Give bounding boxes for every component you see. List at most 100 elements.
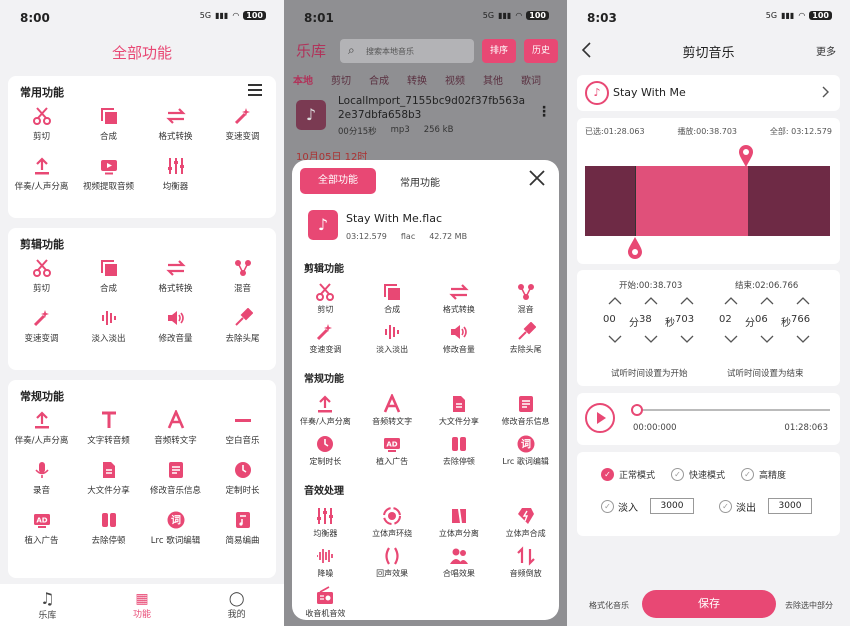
function-item[interactable]: 淡入淡出 xyxy=(75,308,142,348)
set-end-button[interactable]: 试听时间设置为结束 xyxy=(727,367,804,379)
function-item[interactable]: 视频提取音频 xyxy=(75,156,142,196)
check-circle-icon[interactable]: ✓ xyxy=(671,468,685,481)
tab-library[interactable]: ♫ 乐库 xyxy=(0,584,95,626)
function-item[interactable]: 录音 xyxy=(8,460,75,500)
function-item[interactable]: 伴奏/人声分离 xyxy=(8,410,75,450)
function-item[interactable]: AD 植入广告 xyxy=(8,510,75,550)
function-item[interactable]: 音频转文字 xyxy=(359,394,426,430)
chevron-down-icon[interactable] xyxy=(795,334,811,344)
chevron-up-icon[interactable] xyxy=(679,296,695,306)
chevron-up-icon[interactable] xyxy=(759,296,775,306)
format-music-button[interactable]: 格式化音乐 xyxy=(589,600,629,611)
function-item[interactable]: 合成 xyxy=(75,106,142,146)
mode-option[interactable]: ✓ 高精度 xyxy=(741,468,786,481)
function-item[interactable]: 格式转换 xyxy=(142,258,209,298)
start-handle-icon[interactable] xyxy=(627,236,643,260)
play-icon[interactable] xyxy=(585,403,615,433)
function-item[interactable]: 合成 xyxy=(75,258,142,298)
save-button[interactable]: 保存 xyxy=(642,590,776,618)
function-item[interactable]: 回声效果 xyxy=(359,546,426,582)
subtab[interactable]: 其他 xyxy=(474,72,512,90)
function-item[interactable]: 混音 xyxy=(209,258,276,298)
function-item[interactable]: 修改音乐信息 xyxy=(492,394,559,430)
file-row[interactable]: ♪ LocalImport_7155bc9d02f37fb563a2e37dbf… xyxy=(284,92,567,142)
search-input[interactable]: ⌕ 搜索本地音乐 xyxy=(340,39,474,63)
function-item[interactable]: AD 植入广告 xyxy=(359,434,426,470)
chevron-down-icon[interactable] xyxy=(679,334,695,344)
subtab[interactable]: 合成 xyxy=(360,72,398,90)
function-item[interactable]: 简易编曲 xyxy=(209,510,276,550)
function-item[interactable]: 修改音乐信息 xyxy=(142,460,209,500)
function-item[interactable]: 音频倒放 xyxy=(492,546,559,582)
function-item[interactable]: 修改音量 xyxy=(142,308,209,348)
chevron-down-icon[interactable] xyxy=(643,334,659,344)
close-icon[interactable] xyxy=(527,168,547,188)
function-item[interactable]: 定制时长 xyxy=(209,460,276,500)
function-item[interactable]: 文字转音频 xyxy=(75,410,142,450)
function-item[interactable]: 伴奏/人声分离 xyxy=(8,156,75,196)
check-circle-icon[interactable]: ✓ xyxy=(741,468,755,481)
chevron-down-icon[interactable] xyxy=(759,334,775,344)
subtab[interactable]: 转换 xyxy=(398,72,436,90)
function-item[interactable]: 空白音乐 xyxy=(209,410,276,450)
function-item[interactable]: 合唱效果 xyxy=(426,546,493,582)
fade-in-input[interactable]: 3000 xyxy=(650,498,694,514)
time-digit[interactable]: 00 xyxy=(603,314,616,325)
chevron-up-icon[interactable] xyxy=(723,296,739,306)
waveform[interactable] xyxy=(585,166,830,236)
function-item[interactable]: 变速变调 xyxy=(292,322,359,358)
subtab[interactable]: 剪切 xyxy=(322,72,360,90)
mode-option[interactable]: ✓ 正常模式 xyxy=(601,468,655,481)
time-digit[interactable]: 703 xyxy=(675,314,694,325)
function-item[interactable]: 词 Lrc 歌词编辑 xyxy=(142,510,209,550)
function-item[interactable]: 格式转换 xyxy=(142,106,209,146)
function-item[interactable]: 降噪 xyxy=(292,546,359,582)
mode-option[interactable]: ✓ 快速模式 xyxy=(671,468,725,481)
check-circle-icon[interactable]: ✓ xyxy=(719,499,732,513)
function-item[interactable]: 大文件分享 xyxy=(75,460,142,500)
function-item[interactable]: 淡入淡出 xyxy=(359,322,426,358)
function-item[interactable]: 剪切 xyxy=(8,106,75,146)
function-item[interactable]: 剪切 xyxy=(292,282,359,318)
subtab[interactable]: 视频 xyxy=(436,72,474,90)
function-item[interactable]: 修改音量 xyxy=(426,322,493,358)
function-item[interactable]: 定制时长 xyxy=(292,434,359,470)
function-item[interactable]: 音频转文字 xyxy=(142,410,209,450)
more-vert-icon[interactable]: ⋮ xyxy=(537,104,551,120)
function-item[interactable]: 去除停顿 xyxy=(426,434,493,470)
sort-button[interactable]: 排序 xyxy=(482,39,516,63)
progress-thumb[interactable] xyxy=(631,404,643,416)
time-digit[interactable]: 06 xyxy=(755,314,768,325)
function-item[interactable]: 混音 xyxy=(492,282,559,318)
subtab[interactable]: 歌词 xyxy=(512,72,550,90)
time-digit[interactable]: 38 xyxy=(639,314,652,325)
tab-me[interactable]: ◯ 我的 xyxy=(189,584,284,626)
function-item[interactable]: 均衡器 xyxy=(142,156,209,196)
function-item[interactable]: 变速变调 xyxy=(8,308,75,348)
fade-out-input[interactable]: 3000 xyxy=(768,498,812,514)
song-selector[interactable]: ♪ Stay With Me xyxy=(577,75,840,111)
subtab[interactable]: 本地 xyxy=(284,72,322,90)
chevron-up-icon[interactable] xyxy=(607,296,623,306)
function-item[interactable]: 去除头尾 xyxy=(492,322,559,358)
history-button[interactable]: 历史 xyxy=(524,39,558,63)
check-circle-icon[interactable]: ✓ xyxy=(601,468,614,481)
function-item[interactable]: 大文件分享 xyxy=(426,394,493,430)
function-item[interactable]: 立体声分离 xyxy=(426,506,493,542)
function-item[interactable]: 伴奏/人声分离 xyxy=(292,394,359,430)
function-item[interactable]: 去除停顿 xyxy=(75,510,142,550)
time-digit[interactable]: 766 xyxy=(791,314,810,325)
chevron-down-icon[interactable] xyxy=(723,334,739,344)
function-item[interactable]: 收音机音效 xyxy=(292,586,359,620)
chevron-down-icon[interactable] xyxy=(607,334,623,344)
menu-icon[interactable] xyxy=(248,84,262,96)
progress-track[interactable] xyxy=(637,409,830,411)
function-item[interactable]: 剪切 xyxy=(8,258,75,298)
tab-functions[interactable]: ▦ 功能 xyxy=(95,584,190,626)
chevron-up-icon[interactable] xyxy=(795,296,811,306)
tab-all-functions[interactable]: 全部功能 xyxy=(300,168,376,194)
time-digit[interactable]: 02 xyxy=(719,314,732,325)
function-item[interactable]: 合成 xyxy=(359,282,426,318)
remove-selected-button[interactable]: 去除选中部分 xyxy=(785,600,833,611)
function-item[interactable]: 变速变调 xyxy=(209,106,276,146)
